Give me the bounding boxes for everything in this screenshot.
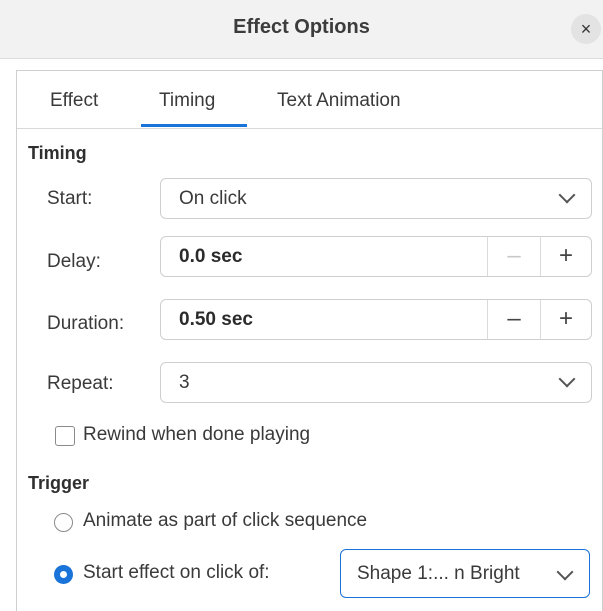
animate-sequence-radio[interactable]: [54, 513, 73, 532]
repeat-select-value: 3: [179, 372, 190, 393]
trigger-shape-select[interactable]: Shape 1:... n Bright: [340, 549, 590, 598]
delay-decrease-button[interactable]: –: [488, 237, 540, 276]
repeat-label: Repeat:: [47, 373, 114, 394]
tab-bar: Effect Timing Text Animation: [17, 71, 602, 129]
delay-spinbox[interactable]: 0.0 sec – +: [160, 236, 592, 277]
close-icon: ×: [580, 19, 592, 39]
duration-spinbox[interactable]: 0.50 sec – +: [160, 299, 592, 340]
chevron-down-icon: [558, 370, 576, 388]
duration-decrease-button[interactable]: –: [488, 300, 540, 339]
tab-text-animation[interactable]: Text Animation: [277, 90, 401, 112]
start-on-click-radio[interactable]: [54, 565, 73, 584]
tab-effect[interactable]: Effect: [50, 90, 98, 112]
chevron-down-icon: [558, 186, 576, 204]
close-button[interactable]: ×: [571, 14, 601, 44]
delay-label: Delay:: [47, 251, 101, 272]
dialog-content: Effect Timing Text Animation Timing Star…: [16, 70, 603, 611]
animate-sequence-label[interactable]: Animate as part of click sequence: [83, 510, 367, 532]
timing-section-title: Timing: [28, 143, 87, 163]
dialog-title: Effect Options: [233, 16, 370, 38]
delay-increase-button[interactable]: +: [540, 237, 592, 276]
duration-value: 0.50 sec: [179, 309, 253, 330]
start-select[interactable]: On click: [160, 178, 592, 219]
start-on-click-label[interactable]: Start effect on click of:: [83, 562, 270, 584]
repeat-select[interactable]: 3: [160, 362, 592, 403]
tab-timing[interactable]: Timing: [159, 90, 215, 112]
duration-label: Duration:: [47, 313, 125, 334]
start-label: Start:: [47, 188, 93, 209]
duration-increase-button[interactable]: +: [540, 300, 592, 339]
start-select-value: On click: [179, 188, 247, 209]
chevron-down-icon: [556, 563, 574, 581]
rewind-label[interactable]: Rewind when done playing: [83, 424, 310, 446]
trigger-shape-value: Shape 1:... n Bright: [357, 563, 520, 584]
delay-value: 0.0 sec: [179, 246, 243, 267]
trigger-section-title: Trigger: [28, 473, 90, 493]
title-bar: Effect Options ×: [0, 0, 603, 59]
rewind-checkbox[interactable]: [55, 426, 75, 446]
active-tab-indicator: [141, 124, 247, 127]
